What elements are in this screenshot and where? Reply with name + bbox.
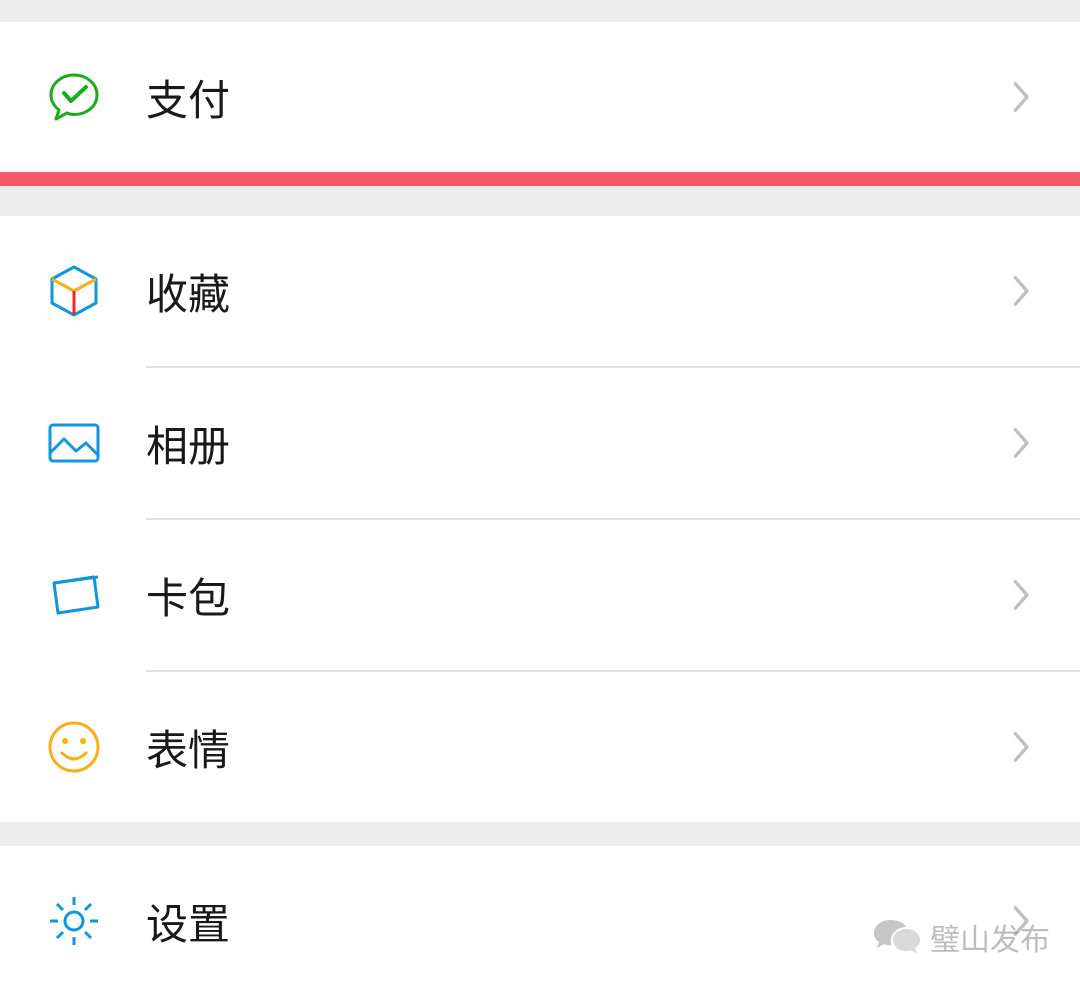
wechat-logo-icon bbox=[872, 917, 922, 957]
smiley-icon bbox=[46, 719, 102, 775]
watermark: 璧山发布 bbox=[872, 915, 1050, 959]
menu-item-favorites[interactable]: 收藏 bbox=[0, 216, 1080, 366]
menu-item-label: 支付 bbox=[146, 67, 1010, 128]
highlight-bar bbox=[0, 172, 1080, 186]
photo-icon bbox=[46, 415, 102, 471]
chevron-right-icon bbox=[1010, 77, 1034, 117]
menu-item-cards[interactable]: 卡包 bbox=[0, 520, 1080, 670]
menu-item-emoji[interactable]: 表情 bbox=[0, 672, 1080, 822]
menu-item-pay[interactable]: 支付 bbox=[0, 22, 1080, 172]
chevron-right-icon bbox=[1010, 575, 1034, 615]
menu-item-label: 收藏 bbox=[146, 261, 1010, 322]
cube-icon bbox=[46, 263, 102, 319]
gear-icon bbox=[46, 893, 102, 949]
chevron-right-icon bbox=[1010, 423, 1034, 463]
menu-group: 支付 bbox=[0, 22, 1080, 172]
menu-item-label: 表情 bbox=[146, 717, 1010, 778]
menu-item-album[interactable]: 相册 bbox=[0, 368, 1080, 518]
wechat-pay-icon bbox=[46, 69, 102, 125]
menu-item-label: 卡包 bbox=[146, 565, 1010, 626]
menu-item-label: 相册 bbox=[146, 413, 1010, 474]
watermark-text: 璧山发布 bbox=[930, 915, 1050, 959]
menu-group: 收藏 相册 卡包 bbox=[0, 216, 1080, 822]
chevron-right-icon bbox=[1010, 271, 1034, 311]
chevron-right-icon bbox=[1010, 727, 1034, 767]
wallet-icon bbox=[46, 567, 102, 623]
